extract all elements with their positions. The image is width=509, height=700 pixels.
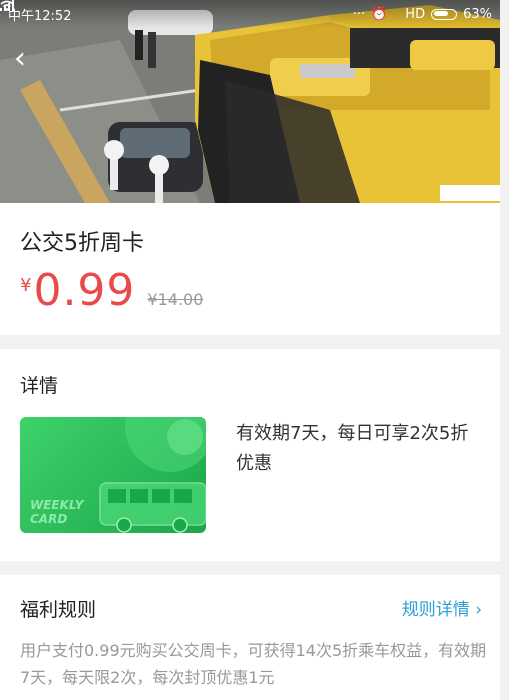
page: 中午12:52 ··· ⏰ HD 63% ‹ 公交5折周卡 ¥ 0.99 ¥14 <box>0 0 509 700</box>
details-title: 详情 <box>20 375 59 397</box>
card-label-card: CARD <box>30 512 67 526</box>
product-title: 公交5折周卡 <box>20 231 144 256</box>
weekly-card-image: WEEKLY CARD <box>20 417 206 533</box>
rules-text: 用户支付0.99元购买公交周卡，可获得14次5折乘车权益，有效期7天，每天限2次… <box>20 641 487 687</box>
original-price: ¥14.00 <box>147 290 204 309</box>
more-dots-icon: ··· <box>352 6 366 22</box>
status-icons: ··· ⏰ HD 63% <box>0 0 492 22</box>
rules-title: 福利规则 <box>20 599 97 621</box>
alarm-icon: ⏰ <box>371 6 388 22</box>
sale-price: 0.99 <box>33 265 136 316</box>
battery-icon <box>431 8 458 20</box>
rules-detail-link[interactable]: 规则详情 › <box>402 595 482 620</box>
status-time: 中午12:52 <box>8 8 72 24</box>
rules-section: 福利规则 规则详情 › 用户支付0.99元购买公交周卡，可获得14次5折乘车权益… <box>0 575 500 700</box>
currency-symbol: ¥ <box>20 275 32 296</box>
details-section: 详情 WEEKLY CARD 有效期7天，每日可享2次5折优惠 <box>0 349 500 561</box>
card-description: 有效期7天，每日可享2次5折优惠 <box>236 423 469 474</box>
battery-level: 63% <box>463 6 492 22</box>
hero-image: 中午12:52 ··· ⏰ HD 63% ‹ <box>0 0 500 203</box>
card-label-weekly: WEEKLY <box>30 498 85 512</box>
back-arrow-icon[interactable]: ‹ <box>14 44 44 74</box>
bus-street-image <box>0 0 500 203</box>
status-bar: 中午12:52 ··· ⏰ HD 63% <box>0 0 500 28</box>
price-row: ¥ 0.99 ¥14.00 <box>20 265 203 316</box>
product-card: 公交5折周卡 ¥ 0.99 ¥14.00 <box>0 203 500 335</box>
network-label: HD <box>405 6 426 22</box>
